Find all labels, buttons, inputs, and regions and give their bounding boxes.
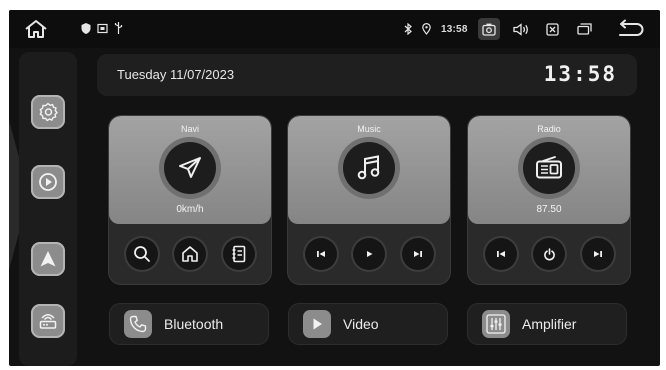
volume-icon xyxy=(512,22,528,36)
back-icon[interactable] xyxy=(615,18,645,40)
navi-controls xyxy=(109,234,271,274)
next-icon xyxy=(413,251,422,257)
play-icon xyxy=(39,173,57,191)
amplifier-label: Amplifier xyxy=(522,316,577,332)
radio-power-button[interactable] xyxy=(533,238,565,270)
recent-apps-icon xyxy=(577,23,592,35)
bluetooth-icon xyxy=(404,23,412,35)
close-app-button[interactable] xyxy=(542,18,564,40)
router-icon xyxy=(39,314,57,329)
settings-icon xyxy=(39,102,58,122)
send-navigation-icon xyxy=(179,157,201,178)
navigation-arrow-icon xyxy=(40,251,56,267)
power-icon xyxy=(543,247,555,260)
date-label: Tuesday 11/07/2023 xyxy=(117,67,235,82)
status-bar: 13:58 xyxy=(9,10,660,48)
music-note-icon xyxy=(357,155,380,180)
screenshot-button[interactable] xyxy=(477,18,500,40)
status-right: 13:58 xyxy=(404,18,596,40)
screenshot-icon xyxy=(481,23,496,36)
video-icon-box xyxy=(303,310,331,338)
sidebar-item-settings[interactable] xyxy=(31,95,65,129)
bluetooth-label: Bluetooth xyxy=(164,316,224,332)
navi-search-button[interactable] xyxy=(125,238,158,270)
search-icon xyxy=(133,246,150,262)
home-icon xyxy=(182,246,198,262)
close-box-icon xyxy=(546,22,559,36)
music-icon-button[interactable] xyxy=(343,142,395,194)
navi-title: Navi xyxy=(180,124,199,134)
music-play-button[interactable] xyxy=(353,238,385,270)
sidebar-item-navigation[interactable] xyxy=(31,242,65,276)
shield-icon xyxy=(81,22,91,34)
navi-book-button[interactable] xyxy=(222,238,255,270)
home-icon[interactable] xyxy=(23,18,49,40)
location-icon xyxy=(422,23,431,35)
phone-icon-box xyxy=(124,310,152,338)
radio-next-button[interactable] xyxy=(581,238,614,270)
music-previous-button[interactable] xyxy=(304,238,337,270)
volume-button[interactable] xyxy=(510,18,532,40)
speed-label: 0km/h xyxy=(176,204,204,215)
status-time: 13:58 xyxy=(441,23,468,35)
navi-home-button[interactable] xyxy=(174,238,206,270)
navi-card[interactable]: Navi 0km/h xyxy=(109,116,271,284)
previous-icon xyxy=(316,251,325,257)
radio-icon-button[interactable] xyxy=(523,142,575,194)
date-bar: Tuesday 11/07/2023 13:58 xyxy=(97,54,637,96)
usb-icon xyxy=(114,22,123,34)
clock: 13:58 xyxy=(543,62,617,86)
sim-icon xyxy=(97,23,108,33)
music-card-top[interactable]: Music xyxy=(288,116,450,224)
phone-icon xyxy=(129,315,147,333)
music-title: Music xyxy=(357,124,381,134)
sidebar-item-router[interactable] xyxy=(31,304,65,338)
play-icon xyxy=(367,251,373,257)
radio-controls xyxy=(468,234,630,274)
equalizer-icon-box xyxy=(482,310,510,338)
radio-frequency: 87.50 xyxy=(536,204,562,215)
book-icon xyxy=(232,245,245,263)
sidebar-item-play[interactable] xyxy=(31,165,65,199)
video-play-icon xyxy=(313,318,322,330)
music-controls xyxy=(288,234,450,274)
music-card[interactable]: Music xyxy=(288,116,450,284)
next-icon xyxy=(593,251,602,257)
navi-icon-button[interactable] xyxy=(164,142,216,194)
status-indicators xyxy=(81,22,123,34)
previous-icon xyxy=(496,251,505,257)
sidebar xyxy=(19,52,77,366)
amplifier-tile[interactable]: Amplifier xyxy=(468,304,626,344)
head-unit-screen: 13:58 Tuesday 11/07/2023 13:58 Navi 0km/… xyxy=(9,10,660,366)
equalizer-icon xyxy=(486,314,506,334)
video-label: Video xyxy=(343,316,379,332)
bluetooth-tile[interactable]: Bluetooth xyxy=(110,304,268,344)
radio-icon xyxy=(536,156,562,179)
radio-card-top[interactable]: Radio 87.50 xyxy=(468,116,630,224)
radio-card[interactable]: Radio 87.50 xyxy=(468,116,630,284)
navi-card-top[interactable]: Navi 0km/h xyxy=(109,116,271,224)
recent-apps-button[interactable] xyxy=(574,18,596,40)
radio-previous-button[interactable] xyxy=(484,238,517,270)
radio-title: Radio xyxy=(537,124,561,134)
video-tile[interactable]: Video xyxy=(289,304,447,344)
music-next-button[interactable] xyxy=(401,238,434,270)
